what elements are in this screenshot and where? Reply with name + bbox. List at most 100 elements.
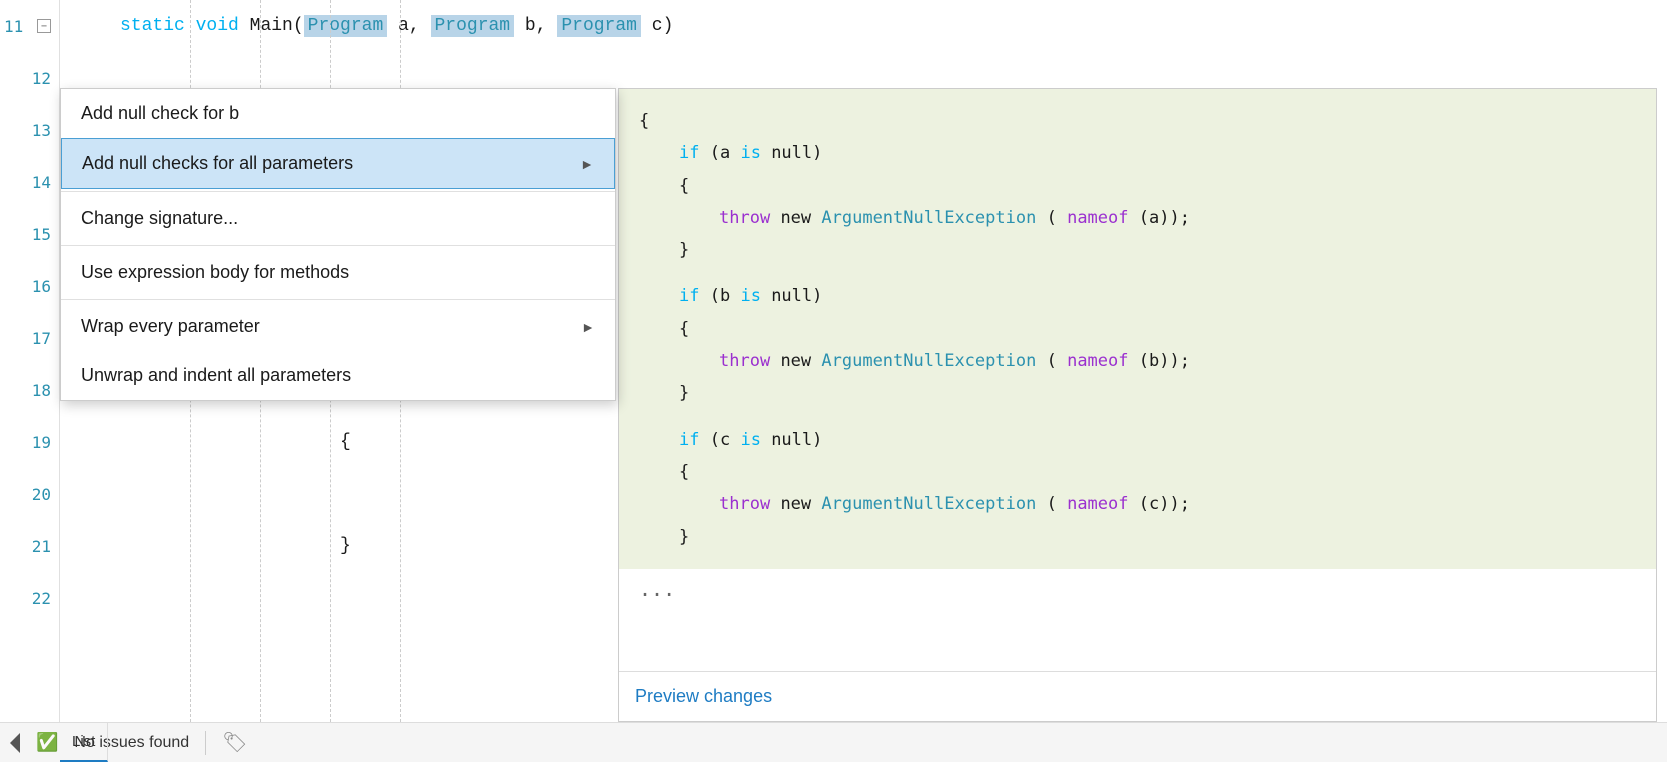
line-row-11: 11 −: [0, 0, 59, 52]
menu-item-wrap-every-parameter[interactable]: Wrap every parameter ►: [61, 302, 615, 351]
brace-open-19: {: [80, 432, 351, 452]
preview-footer: Preview changes: [619, 671, 1656, 721]
code-line-11[interactable]: static void Main( Program a, Program b, …: [60, 0, 1667, 52]
pv-nameof-val-c: (c));: [1139, 494, 1190, 514]
pv-throw-kw-b: throw: [719, 351, 770, 371]
preview-panel: { if (a is null) { throw new ArgumentNul…: [618, 88, 1657, 722]
method-name: Main(: [250, 16, 304, 36]
pv-brace-c-open: {: [639, 456, 1636, 488]
pv-throw-new-c: new: [780, 494, 821, 514]
pv-if-c-cond: (c: [710, 430, 741, 450]
menu-item-add-null-check-b[interactable]: Add null check for b: [61, 89, 615, 138]
pv-if-a-cond: (a: [710, 143, 741, 163]
collapse-button-11[interactable]: −: [37, 19, 51, 33]
param-b-name: b,: [514, 16, 557, 36]
line-row-12: 12: [0, 52, 59, 104]
pv-gap-bc: [639, 410, 1636, 424]
pv-exc-type-c: ArgumentNullException: [821, 494, 1036, 514]
pv-brace-a-close: }: [639, 234, 1636, 266]
preview-code-area: { if (a is null) { throw new ArgumentNul…: [619, 89, 1656, 569]
bottom-tab-list-label[interactable]: List: [72, 733, 95, 750]
pv-nameof-b: (: [1047, 351, 1057, 371]
pv-nameof-kw-c: nameof: [1067, 494, 1128, 514]
status-bar: ✅ No issues found 🏷 List: [0, 722, 1667, 762]
pv-brace-a-open: {: [639, 170, 1636, 202]
menu-item-label-wrap-every-parameter: Wrap every parameter: [81, 316, 260, 337]
pv-exc-type-a: ArgumentNullException: [821, 208, 1036, 228]
menu-item-label-change-signature: Change signature...: [81, 208, 238, 229]
submenu-arrow-add-null-checks-all: ►: [580, 156, 594, 172]
line-row-17: 17: [0, 312, 59, 364]
pv-throw-c: throw new ArgumentNullException ( nameof…: [639, 488, 1636, 520]
param-a-name: a,: [387, 16, 430, 36]
preview-line-brace-open: {: [639, 105, 1636, 137]
menu-separator-2: [61, 245, 615, 246]
pv-nameof-c: (: [1047, 494, 1057, 514]
menu-item-label-add-null-check-b: Add null check for b: [81, 103, 239, 124]
menu-item-use-expression-body[interactable]: Use expression body for methods: [61, 248, 615, 297]
pv-nameof-kw-a: nameof: [1067, 208, 1128, 228]
menu-separator-1: [61, 191, 615, 192]
pv-nameof-kw-b: nameof: [1067, 351, 1128, 371]
pv-throw-b: throw new ArgumentNullException ( nameof…: [639, 345, 1636, 377]
pv-brace-b-close: }: [639, 377, 1636, 409]
pv-throw-new-b: new: [780, 351, 821, 371]
pv-nameof-a: (: [1047, 208, 1057, 228]
pv-gap-ab: [639, 266, 1636, 280]
context-menu: Add null check for b Add null checks for…: [60, 88, 616, 401]
submenu-arrow-wrap-every-parameter: ►: [581, 319, 595, 335]
kw-void: void: [196, 16, 250, 36]
line-row-15: 15: [0, 208, 59, 260]
pv-nameof-val-a: (a));: [1139, 208, 1190, 228]
line-row-13: 13: [0, 104, 59, 156]
pv-if-c-kw: if: [679, 430, 699, 450]
param-a-type: Program: [304, 15, 388, 37]
menu-item-label-add-null-checks-all: Add null checks for all parameters: [82, 153, 353, 174]
pv-null-c: null): [771, 430, 822, 450]
line-numbers: 11 − 12 13 14 15 16 17 18 19 20 21 22: [0, 0, 60, 762]
kw-static: static: [120, 16, 196, 36]
menu-item-label-use-expression-body: Use expression body for methods: [81, 262, 349, 283]
menu-item-label-unwrap-indent-all: Unwrap and indent all parameters: [81, 365, 351, 386]
pv-nameof-val-b: (b));: [1139, 351, 1190, 371]
preview-changes-link[interactable]: Preview changes: [635, 686, 772, 707]
preview-ellipsis: ...: [619, 569, 1656, 609]
line-row-20: 20: [0, 468, 59, 520]
preview-if-c: if (c is null): [639, 424, 1636, 456]
pv-throw-a: throw new ArgumentNullException ( nameof…: [639, 202, 1636, 234]
menu-item-add-null-checks-all[interactable]: Add null checks for all parameters ►: [61, 138, 615, 189]
param-b-type: Program: [431, 15, 515, 37]
pv-exc-type-b: ArgumentNullException: [821, 351, 1036, 371]
pv-brace-b-open: {: [639, 313, 1636, 345]
preview-if-a: if (a is null): [639, 137, 1636, 169]
pv-null-b: null): [771, 286, 822, 306]
menu-item-unwrap-indent-all[interactable]: Unwrap and indent all parameters: [61, 351, 615, 400]
line-row-18: 18: [0, 364, 59, 416]
line-row-21: 21: [0, 520, 59, 572]
menu-item-change-signature[interactable]: Change signature...: [61, 194, 615, 243]
pv-throw-new-a: new: [780, 208, 821, 228]
line-row-19: 19: [0, 416, 59, 468]
line-row-16: 16: [0, 260, 59, 312]
pv-brace-c-close: }: [639, 521, 1636, 553]
pv-if-b-cond: (b: [710, 286, 741, 306]
line-row-14: 14: [0, 156, 59, 208]
tag-icon[interactable]: 🏷: [222, 730, 247, 756]
pv-if-a-kw: if: [679, 143, 699, 163]
line-row-22: 22: [0, 572, 59, 624]
pv-is-a: is: [740, 143, 760, 163]
pv-throw-kw-c: throw: [719, 494, 770, 514]
status-check-icon: ✅: [36, 732, 58, 754]
editor-area: 11 − 12 13 14 15 16 17 18 19 20 21 22 st…: [0, 0, 1667, 762]
pv-null-a: null): [771, 143, 822, 163]
status-divider: [205, 731, 206, 755]
preview-if-b: if (b is null): [639, 280, 1636, 312]
line-num-11: 11: [4, 17, 23, 36]
param-c-name: c): [641, 16, 673, 36]
param-c-type: Program: [557, 15, 641, 37]
brace-close-21: }: [80, 536, 351, 556]
pv-if-b-kw: if: [679, 286, 699, 306]
pv-is-b: is: [740, 286, 760, 306]
status-dropdown-arrow[interactable]: [10, 733, 20, 753]
pv-is-c: is: [740, 430, 760, 450]
